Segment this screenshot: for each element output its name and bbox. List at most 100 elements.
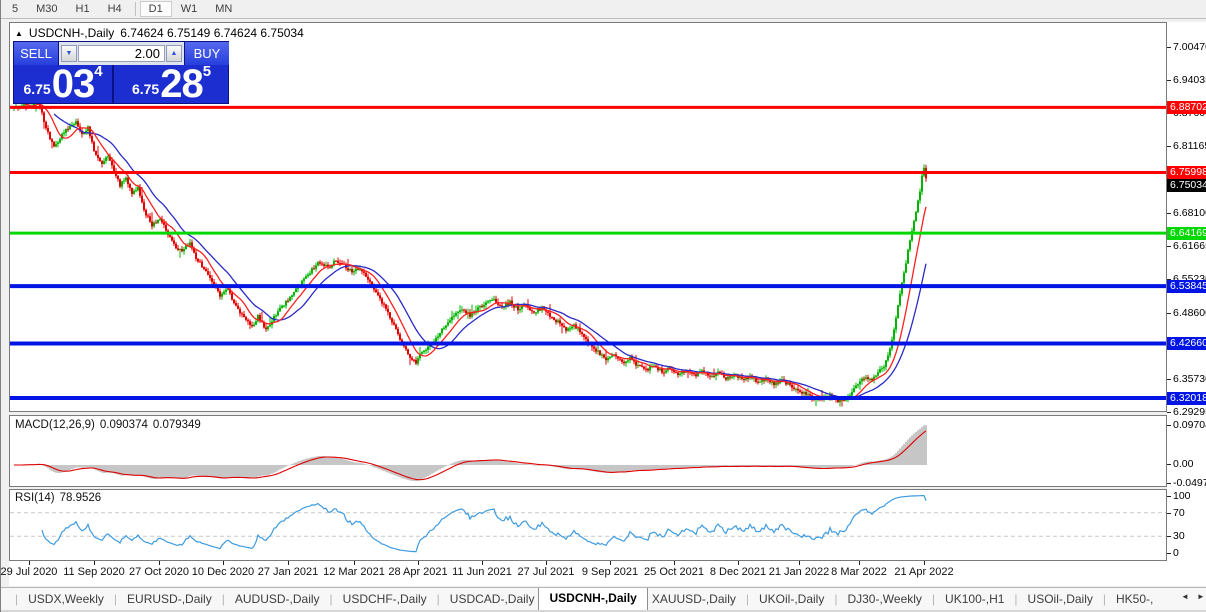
symbol-tab-bar: |USDX,Weekly|EURUSD-,Daily|AUDUSD-,Daily… bbox=[1, 587, 1206, 610]
macd-tick-dash bbox=[1167, 483, 1171, 484]
timeframe-d1[interactable]: D1 bbox=[140, 1, 172, 17]
price-tick-dash bbox=[1167, 213, 1171, 214]
buy-price-display[interactable]: 6.75 28 5 bbox=[114, 65, 229, 103]
tab-audusd-daily[interactable]: AUDUSD-,Daily bbox=[231, 589, 324, 610]
date-tick bbox=[799, 561, 800, 565]
macd-indicator-name: MACD(12,26,9) bbox=[15, 419, 95, 431]
price-tick-dash bbox=[1167, 313, 1171, 314]
collapse-pane-icon[interactable]: ▲ bbox=[15, 29, 23, 38]
price-tick-label: 7.00470 bbox=[1173, 41, 1206, 53]
tab-separator: | bbox=[216, 589, 231, 610]
date-tick bbox=[288, 561, 289, 565]
price-tick-label: 6.29295 bbox=[1173, 406, 1206, 418]
date-label: 27 Jan 2021 bbox=[253, 566, 323, 578]
date-label: 28 Apr 2021 bbox=[383, 566, 453, 578]
price-tick-label: 6.68100 bbox=[1173, 207, 1206, 219]
tab-separator: | bbox=[926, 589, 941, 610]
date-label: 29 Jul 2020 bbox=[0, 566, 64, 578]
toolbar-separator bbox=[135, 2, 136, 16]
date-label: 8 Dec 2021 bbox=[703, 566, 773, 578]
volume-decrease-icon[interactable]: ▼ bbox=[61, 45, 77, 62]
tab-usdx-weekly[interactable]: USDX,Weekly bbox=[24, 589, 108, 610]
macd-tick-label: 0.00 bbox=[1173, 458, 1193, 470]
price-level-tag: 6.53845 bbox=[1167, 280, 1206, 293]
date-tick bbox=[924, 561, 925, 565]
date-tick bbox=[674, 561, 675, 565]
tab-eurusd-daily[interactable]: EURUSD-,Daily bbox=[123, 589, 216, 610]
tab-usdchf-daily[interactable]: USDCHF-,Daily bbox=[339, 589, 431, 610]
price-tick-dash bbox=[1167, 379, 1171, 380]
buy-price-small: 6.75 bbox=[132, 81, 159, 97]
date-tick bbox=[610, 561, 611, 565]
chart-ohlc-values: 6.74624 6.75149 6.74624 6.75034 bbox=[120, 26, 304, 40]
timeframe-w1[interactable]: W1 bbox=[172, 2, 207, 16]
rsi-tick-label: 70 bbox=[1173, 507, 1185, 519]
tab-separator: | bbox=[324, 589, 339, 610]
volume-increase-icon[interactable]: ▲ bbox=[166, 45, 182, 62]
tab-xauusd-daily[interactable]: XAUUSD-,Daily bbox=[648, 589, 740, 610]
rsi-tick-dash bbox=[1167, 536, 1171, 537]
price-tick-label: 6.48600 bbox=[1173, 307, 1206, 319]
tab-usoil-daily[interactable]: USOil-,Daily bbox=[1024, 589, 1097, 610]
date-tick bbox=[859, 561, 860, 565]
sell-price-big: 03 bbox=[52, 68, 95, 100]
tab-scroll-right-icon[interactable]: ► bbox=[1197, 592, 1205, 601]
chart-symbol-title: USDCNH-,Daily bbox=[29, 26, 114, 40]
price-level-tag: 6.42660 bbox=[1167, 337, 1206, 350]
price-tick-dash bbox=[1167, 47, 1171, 48]
date-label: 10 Dec 2020 bbox=[188, 566, 258, 578]
date-label: 11 Jun 2021 bbox=[447, 566, 517, 578]
price-tick-dash bbox=[1167, 246, 1171, 247]
tab-usdcad-daily[interactable]: USDCAD-,Daily bbox=[446, 589, 539, 610]
date-tick bbox=[482, 561, 483, 565]
trading-terminal-window: 5M30H1H4D1W1MN ▲ USDCNH-,Daily 6.74624 6… bbox=[0, 0, 1206, 612]
timeframe-h1[interactable]: H1 bbox=[67, 2, 99, 16]
date-label: 12 Mar 2021 bbox=[319, 566, 389, 578]
buy-price-big: 28 bbox=[160, 68, 203, 100]
sell-price-small: 6.75 bbox=[23, 81, 50, 97]
price-level-tag: 6.32018 bbox=[1167, 392, 1206, 405]
tab-separator: | bbox=[1008, 589, 1023, 610]
tab-dj30-weekly[interactable]: DJ30-,Weekly bbox=[843, 589, 925, 610]
price-level-tag: 6.64169 bbox=[1167, 227, 1206, 240]
buy-price-pip: 5 bbox=[203, 63, 211, 80]
chart-title-row: ▲ USDCNH-,Daily 6.74624 6.75149 6.74624 … bbox=[15, 26, 304, 40]
date-label: 11 Sep 2020 bbox=[59, 566, 129, 578]
price-tick-label: 6.61665 bbox=[1173, 240, 1206, 252]
date-label: 25 Oct 2021 bbox=[639, 566, 709, 578]
tab-scroll-left-icon[interactable]: ◄ bbox=[1181, 592, 1189, 601]
date-tick bbox=[738, 561, 739, 565]
rsi-pane[interactable] bbox=[9, 489, 1167, 561]
date-label: 27 Jul 2021 bbox=[511, 566, 581, 578]
date-label: 8 Mar 2022 bbox=[824, 566, 894, 578]
macd-main-value: 0.090374 bbox=[100, 419, 148, 431]
price-tick-dash bbox=[1167, 80, 1171, 81]
timeframe-mn[interactable]: MN bbox=[206, 2, 241, 16]
price-tick-dash bbox=[1167, 146, 1171, 147]
macd-signal-value: 0.079349 bbox=[153, 419, 201, 431]
rsi-tick-label: 100 bbox=[1173, 490, 1191, 502]
macd-tick-label: -0.04972 bbox=[1173, 477, 1206, 489]
price-tick-dash bbox=[1167, 412, 1171, 413]
macd-tick-dash bbox=[1167, 464, 1171, 465]
one-click-trade-panel: SELL ▼ 2.00 ▲ BUY 6.75 03 4 6.75 28 5 bbox=[13, 41, 229, 104]
date-label: 21 Apr 2022 bbox=[889, 566, 959, 578]
volume-input[interactable]: 2.00 bbox=[78, 45, 165, 62]
price-tick-label: 6.94035 bbox=[1173, 74, 1206, 86]
current-price-tag: 6.75034 bbox=[1167, 179, 1206, 192]
tab-usdcnh-daily[interactable]: USDCNH-,Daily bbox=[538, 587, 647, 610]
timeframe-5[interactable]: 5 bbox=[3, 2, 27, 16]
timeframe-h4[interactable]: H4 bbox=[99, 2, 131, 16]
tab-separator: | bbox=[9, 589, 24, 610]
tab-scroll-arrows: ◄ ► bbox=[1181, 592, 1205, 601]
date-tick bbox=[546, 561, 547, 565]
timeframe-toolbar: 5M30H1H4 D1W1MN bbox=[1, 0, 1206, 19]
timeframe-m30[interactable]: M30 bbox=[27, 2, 66, 16]
tab-hk50[interactable]: HK50-, bbox=[1112, 589, 1157, 610]
sell-price-display[interactable]: 6.75 03 4 bbox=[14, 65, 112, 103]
tab-separator: | bbox=[431, 589, 446, 610]
date-tick bbox=[159, 561, 160, 565]
tab-ukoil-daily[interactable]: UKOil-,Daily bbox=[755, 589, 828, 610]
tab-uk100-h1[interactable]: UK100-,H1 bbox=[941, 589, 1008, 610]
tab-separator: | bbox=[108, 589, 123, 610]
